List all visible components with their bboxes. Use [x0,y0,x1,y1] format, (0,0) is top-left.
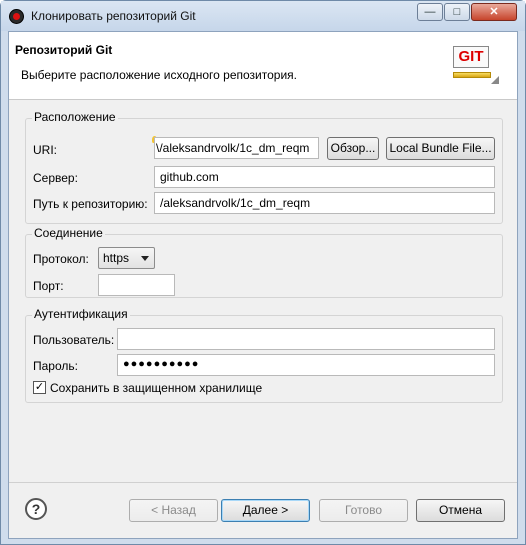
close-button[interactable]: ✕ [471,3,517,21]
server-input[interactable]: github.com [154,166,495,188]
minimize-button[interactable]: — [417,3,443,21]
server-label: Сервер: [33,171,78,185]
dialog-client-area: Репозиторий Git Выберите расположение ис… [8,31,518,539]
connection-group-title: Соединение [32,226,105,240]
user-label: Пользователь: [33,333,115,347]
repository-path-input[interactable]: /aleksandrvolk/1c_dm_reqm [154,192,495,214]
protocol-label: Протокол: [33,252,89,266]
next-button[interactable]: Далее > [221,499,310,522]
page-description: Выберите расположение исходного репозито… [21,68,297,82]
uri-input[interactable]: \/aleksandrvolk/1c_dm_reqm [154,137,319,159]
git-logo-icon: GIT [453,44,499,84]
window-title: Клонировать репозиторий Git [31,9,196,23]
port-input[interactable] [98,274,175,296]
browse-button[interactable]: Обзор... [327,137,379,160]
eclipse-app-icon [9,9,24,24]
local-bundle-file-button[interactable]: Local Bundle File... [386,137,495,160]
dialog-window: Клонировать репозиторий Git — □ ✕ Репози… [0,0,526,545]
back-button[interactable]: < Назад [129,499,218,522]
authentication-group-title: Аутентификация [32,307,130,321]
password-label: Пароль: [33,359,78,373]
help-icon[interactable]: ? [25,498,47,520]
protocol-select[interactable]: https [98,247,155,269]
connection-group: Соединение [25,226,503,298]
password-input[interactable]: ●●●●●●●●●● [117,354,495,376]
location-group-title: Расположение [32,110,118,124]
save-secure-storage-label: Сохранить в защищенном хранилище [50,381,263,395]
wizard-header: Репозиторий Git Выберите расположение ис… [9,32,517,100]
corner-arrow-icon [491,76,499,84]
protocol-selected-value: https [103,251,130,265]
dropdown-arrow-icon [141,256,149,261]
footer-separator [9,482,517,483]
page-title: Репозиторий Git [15,43,113,57]
save-secure-storage-checkbox[interactable]: ✓ [33,381,46,394]
repository-path-label: Путь к репозиторию: [33,197,148,211]
port-label: Порт: [33,279,64,293]
maximize-button[interactable]: □ [444,3,470,21]
git-logo-text: GIT [453,46,489,68]
cancel-button[interactable]: Отмена [416,499,505,522]
finish-button[interactable]: Готово [319,499,408,522]
uri-label: URI: [33,143,57,157]
title-bar: Клонировать репозиторий Git — □ ✕ [1,1,525,31]
user-input[interactable] [117,328,495,350]
git-pipe-graphic [453,72,491,78]
